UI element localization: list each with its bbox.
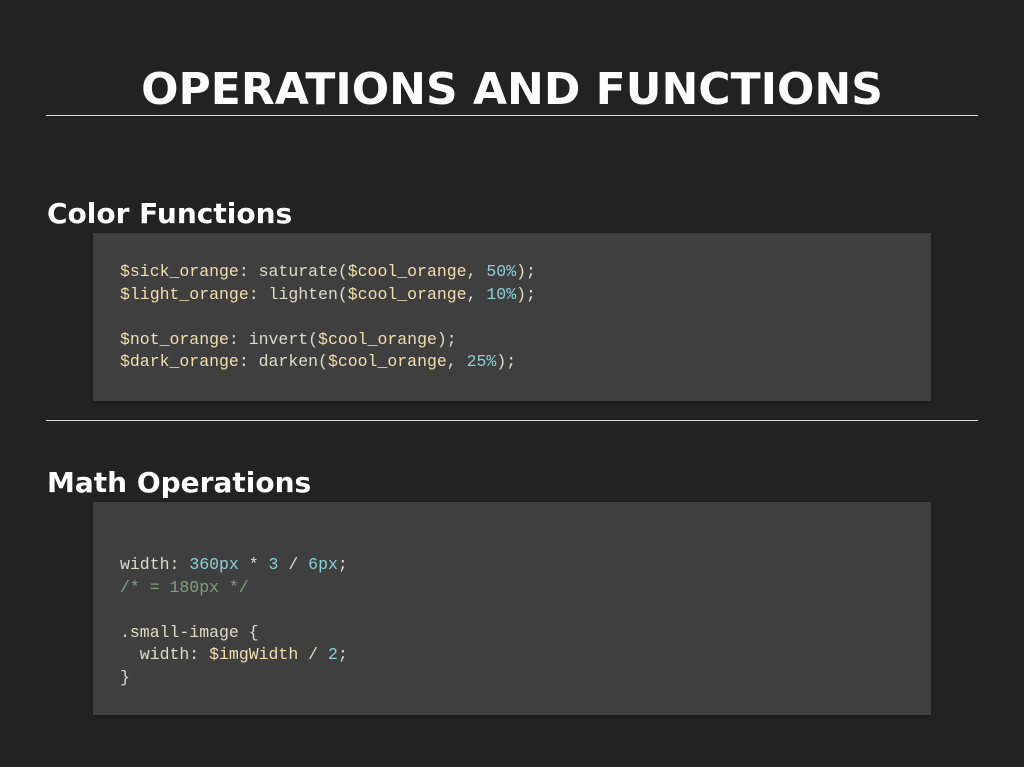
code-token-num: 2: [327, 645, 338, 665]
code-token-var: $cool_orange: [347, 262, 467, 281]
code-token-num: 3: [268, 555, 279, 574]
code-token-plain: }: [120, 667, 130, 687]
code-token-plain: );: [516, 284, 536, 304]
code-line: $dark_orange: darken($cool_orange, 25%);: [120, 351, 931, 374]
code-token-num: 50%: [486, 262, 517, 281]
code-token-num: 25%: [466, 352, 497, 372]
code-token-plain: ;: [337, 555, 348, 574]
code-token-plain: : lighten(: [248, 284, 348, 304]
code-token-plain: : darken(: [238, 352, 328, 372]
code-line: $not_orange: invert($cool_orange);: [120, 329, 931, 352]
code-block-color-functions: $sick_orange: saturate($cool_orange, 50%…: [93, 233, 931, 401]
code-line: width: $imgWidth / 2;: [120, 644, 931, 667]
code-line: }: [120, 667, 931, 690]
code-token-plain: /: [298, 645, 328, 665]
code-token-plain: : invert(: [228, 329, 319, 349]
code-token-num: 360px: [189, 555, 239, 574]
code-token-var: $light_orange: [120, 284, 249, 304]
code-token-num: 6px: [308, 555, 338, 574]
code-line: /* = 180px */: [120, 577, 931, 600]
code-token-var: $not_orange: [120, 329, 229, 349]
code-line: .small-image {: [120, 622, 931, 645]
code-line: $sick_orange: saturate($cool_orange, 50%…: [120, 261, 931, 284]
code-block-math-operations: width: 360px * 3 / 6px;/* = 180px */.sma…: [93, 502, 931, 715]
code-token-plain: );: [436, 329, 457, 349]
code-token-var: $imgWidth: [209, 645, 299, 665]
code-token-comment: /* = 180px */: [120, 577, 249, 597]
code-token-plain: /: [278, 555, 309, 574]
code-token-plain: width:: [120, 555, 190, 574]
section-heading-math-operations: Math Operations: [47, 466, 312, 500]
code-token-plain: );: [496, 352, 517, 372]
code-token-plain: ,: [466, 284, 487, 304]
title-divider: [46, 115, 978, 116]
code-token-var: $cool_orange: [327, 352, 447, 372]
code-token-var: $sick_orange: [120, 262, 239, 281]
code-token-plain: : saturate(: [238, 262, 348, 281]
code-line: $light_orange: lighten($cool_orange, 10%…: [120, 284, 931, 307]
code-line: width: 360px * 3 / 6px;: [120, 554, 931, 577]
section-heading-color-functions: Color Functions: [47, 197, 293, 231]
code-token-var: $cool_orange: [318, 329, 437, 349]
code-token-plain: ,: [466, 262, 487, 281]
code-token-plain: *: [238, 555, 269, 574]
code-token-plain: .small-image {: [120, 622, 259, 642]
code-token-plain: ,: [446, 352, 467, 372]
slide-title: OPERATIONS AND FUNCTIONS: [141, 64, 883, 116]
code-token-plain: );: [516, 262, 536, 281]
code-token-num: 10%: [486, 284, 517, 304]
code-token-plain: ;: [337, 645, 348, 665]
code-token-var: $dark_orange: [120, 352, 239, 372]
code-token-plain: width:: [120, 645, 210, 665]
code-token-var: $cool_orange: [347, 284, 467, 304]
section-divider: [46, 420, 978, 421]
